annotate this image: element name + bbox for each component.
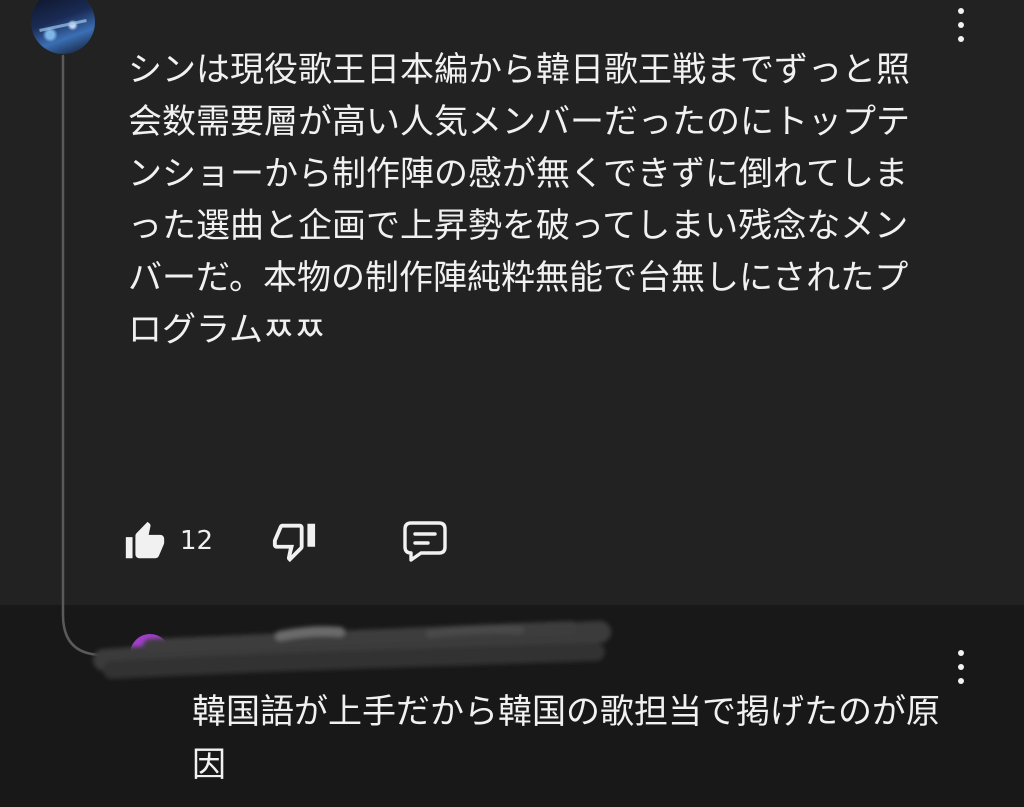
comment-text-line: ンショーから制作陣の感が無くできずに倒れてしま — [128, 154, 908, 194]
more-vert-dot — [958, 36, 964, 42]
comment-text-line: バーだ。本物の制作陣純粋無能で台無しにされたプ — [128, 258, 909, 298]
reply-text-line: 因 — [192, 745, 226, 785]
comment-thread: シンは現役歌王日本編から韓日歌王戦までずっと照 会数需要層が高い人気メンバーだっ… — [0, 0, 1024, 807]
comment-menu-button[interactable] — [951, 8, 971, 42]
comment-text-line: シンは現役歌王日本編から韓日歌王戦までずっと照 — [128, 50, 910, 90]
reply-text-line: 韓国語が上手だから韓国の歌担当で掲げたのが原 — [192, 692, 940, 732]
more-vert-dot — [958, 678, 964, 684]
reply-button[interactable] — [401, 518, 449, 564]
like-button[interactable] — [122, 518, 168, 564]
reply-text: 韓国語が上手だから韓国の歌担当で掲げたのが原 因 — [192, 686, 992, 792]
thumbs-down-icon — [272, 523, 316, 563]
like-count: 12 — [180, 526, 214, 556]
thumbs-up-filled-icon — [125, 521, 165, 559]
reply-menu-button[interactable] — [951, 650, 971, 684]
more-vert-icon — [958, 650, 964, 656]
more-vert-dot — [958, 22, 964, 28]
comment-text-line: 会数需要層が高い人気メンバーだったのにトップテ — [128, 102, 910, 142]
comment-text-line: ログラムㅉㅉ — [128, 310, 326, 350]
comment-text-line: った選曲と企画で上昇勢を破ってしまい残念なメン — [128, 206, 909, 246]
comment-icon — [403, 521, 447, 562]
more-vert-dot — [958, 664, 964, 670]
more-vert-icon — [958, 8, 964, 14]
reply-avatar[interactable] — [130, 634, 170, 674]
dislike-button[interactable] — [271, 518, 317, 564]
comment-text: シンは現役歌王日本編から韓日歌王戦までずっと照 会数需要層が高い人気メンバーだっ… — [128, 44, 1008, 356]
